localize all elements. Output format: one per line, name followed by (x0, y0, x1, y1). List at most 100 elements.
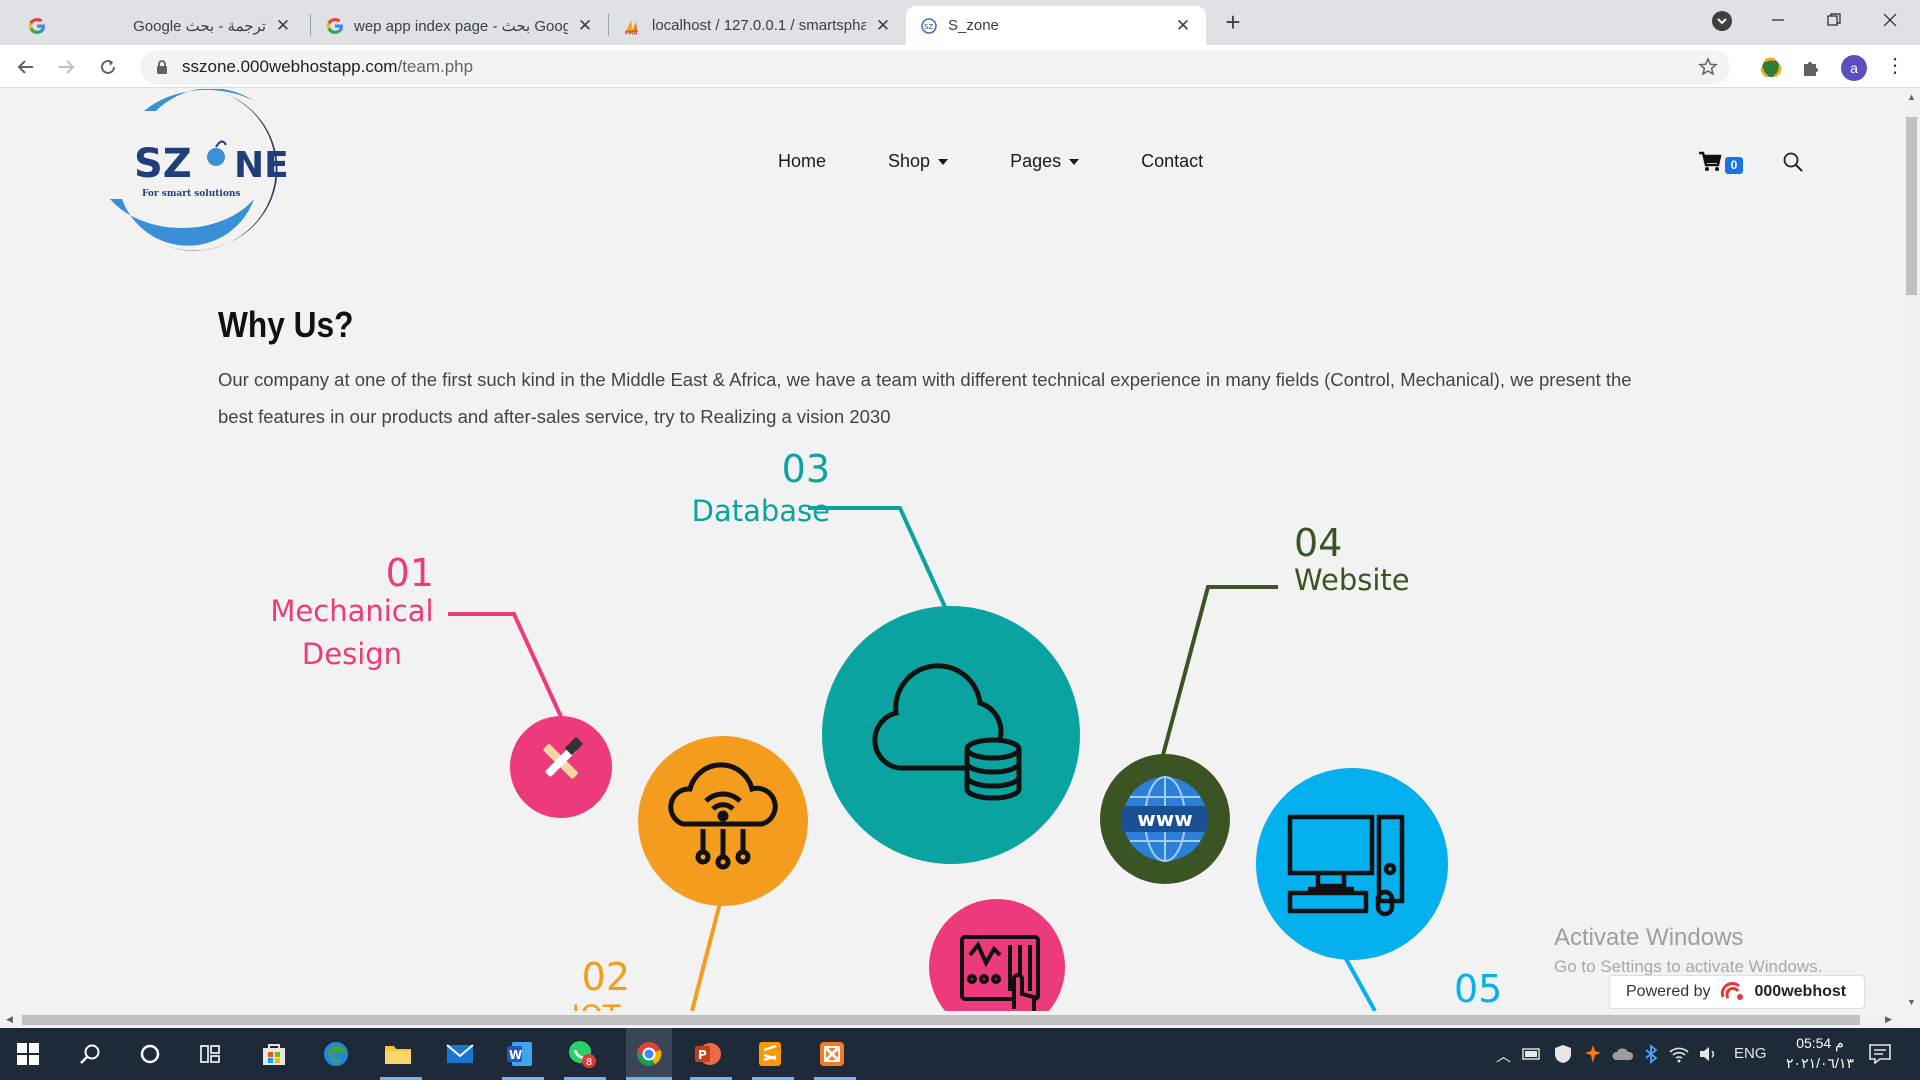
service-label-website: Website (1294, 563, 1410, 597)
close-tab-icon[interactable]: ✕ (576, 16, 594, 35)
file-explorer-icon[interactable] (380, 1036, 416, 1072)
word-icon[interactable]: W (502, 1036, 538, 1072)
connector-line-website (1161, 585, 1278, 756)
browser-tab-strip: ترجمة - بحث Google ✕ wep app index page … (0, 0, 1920, 45)
tab-title: S_zone (948, 17, 999, 34)
close-window-icon[interactable] (1862, 0, 1918, 40)
back-arrow-icon[interactable] (12, 53, 40, 81)
svg-text:W: W (509, 1048, 522, 1062)
desktop-computer-circle (1256, 768, 1448, 960)
horizontal-scroll-thumb[interactable] (22, 1015, 1860, 1025)
powered-by-label: Powered by (1626, 983, 1711, 1000)
task-view-icon[interactable] (192, 1036, 228, 1072)
tab-divider (310, 14, 311, 36)
chrome-icon[interactable] (626, 1028, 672, 1080)
bluetooth-icon[interactable] (1644, 1044, 1658, 1064)
tab-title: localhost / 127.0.0.1 / smartsphar (652, 17, 866, 34)
powerpoint-icon[interactable]: P (690, 1036, 726, 1072)
tab-divider (608, 14, 609, 36)
szone-favicon: SZ (921, 17, 937, 34)
service-number-02: 02 (581, 955, 630, 999)
horizontal-scrollbar[interactable]: ◀ ▶ (0, 1011, 1902, 1028)
google-icon (28, 17, 45, 34)
clock-time: 05:54 م (1796, 1035, 1844, 1051)
connector-line-05 (1343, 956, 1377, 1011)
svg-text:PMA: PMA (625, 30, 638, 35)
service-number-01: 01 (385, 551, 434, 595)
scroll-up-arrow-icon[interactable]: ▲ (1907, 92, 1916, 102)
scroll-left-arrow-icon[interactable]: ◀ (6, 1014, 13, 1025)
search-icon[interactable] (72, 1036, 108, 1072)
volume-icon[interactable] (1698, 1044, 1720, 1064)
phpmyadmin-icon: PMA (625, 19, 638, 35)
minimize-icon[interactable] (1750, 0, 1806, 40)
extensions-puzzle-icon[interactable] (1800, 57, 1822, 79)
edge-icon[interactable] (318, 1036, 354, 1072)
activate-windows-title: Activate Windows (1554, 924, 1744, 951)
close-tab-icon[interactable]: ✕ (874, 16, 892, 35)
scroll-right-arrow-icon[interactable]: ▶ (1885, 1014, 1892, 1025)
tab-phpmyadmin[interactable]: PMA localhost / 127.0.0.1 / smartsphar ✕ (610, 6, 906, 45)
forward-arrow-icon[interactable] (52, 53, 80, 81)
service-number-05: 05 (1454, 967, 1503, 1011)
cortana-icon[interactable] (132, 1036, 168, 1072)
service-label-design: Design (301, 637, 403, 671)
svg-text:SZ: SZ (924, 23, 933, 31)
services-infographic: www (448, 506, 1448, 1011)
connector-line-mechanical (448, 612, 564, 720)
windows-taskbar: W 8 P ︿ ENG 05:54 م ٢٠٢١/٠٦/١٣ (0, 1028, 1920, 1080)
service-label-iot: IOT (546, 999, 646, 1011)
extension-globe-icon[interactable] (1760, 57, 1782, 79)
bookmark-star-icon[interactable] (1698, 57, 1718, 77)
clock-date: ٢٠٢١/٠٦/١٣ (1786, 1055, 1854, 1071)
page-viewport: SZ NE For smart solutions Home Shop Page… (0, 89, 1902, 1011)
close-tab-icon[interactable]: ✕ (274, 16, 292, 35)
whatsapp-icon[interactable]: 8 (564, 1036, 600, 1072)
close-tab-icon[interactable]: ✕ (1174, 16, 1192, 35)
battery-icon[interactable] (1522, 1046, 1542, 1062)
wifi-icon[interactable] (1668, 1044, 1690, 1064)
connector-line-iot (690, 902, 722, 1011)
tab-search-icon[interactable] (1712, 11, 1732, 31)
database-circle (822, 606, 1080, 864)
browser-menu-icon[interactable]: ⋮ (1885, 55, 1905, 79)
address-bar[interactable]: sszone.000webhostapp.com/team.php (140, 50, 1730, 84)
url-path: /team.php (397, 57, 474, 76)
reload-icon[interactable] (94, 53, 122, 81)
vertical-scrollbar[interactable]: ▲ ▼ (1902, 89, 1920, 1011)
tab-web-app-search[interactable]: wep app index page - بحث Google ✕ (312, 6, 608, 45)
powered-by-brand: 000webhost (1754, 983, 1847, 1000)
url-host: sszone.000webhostapp.com (182, 57, 398, 76)
avast-icon[interactable] (1584, 1044, 1602, 1064)
notifications-icon[interactable] (1868, 1042, 1892, 1066)
whatsapp-badge: 8 (586, 1057, 592, 1068)
store-icon[interactable] (256, 1036, 292, 1072)
tab-title: wep app index page - بحث Google (354, 17, 568, 35)
sublime-icon[interactable] (752, 1036, 788, 1072)
activate-windows-subtitle: Go to Settings to activate Windows. (1554, 957, 1823, 976)
security-shield-icon[interactable] (1554, 1044, 1572, 1064)
new-tab-button[interactable]: + (1220, 9, 1246, 36)
svg-text:www: www (1137, 807, 1192, 831)
mechanical-design-circle (510, 716, 612, 818)
google-icon (326, 17, 343, 34)
system-clock[interactable]: 05:54 م ٢٠٢١/٠٦/١٣ (1770, 1033, 1870, 1073)
profile-avatar[interactable]: a (1841, 55, 1867, 81)
000webhost-logo-icon (1720, 981, 1743, 1000)
start-icon[interactable] (10, 1036, 46, 1072)
vertical-scroll-thumb[interactable] (1906, 117, 1917, 295)
xampp-icon[interactable] (814, 1036, 850, 1072)
tab-szone[interactable]: SZ S_zone ✕ (906, 6, 1206, 45)
onedrive-icon[interactable] (1612, 1046, 1634, 1062)
iot-circle (638, 736, 808, 906)
mail-icon[interactable] (442, 1036, 478, 1072)
scroll-down-arrow-icon[interactable]: ▼ (1907, 997, 1916, 1007)
control-panel-circle (929, 899, 1065, 1011)
tab-translate[interactable]: ترجمة - بحث Google ✕ (14, 6, 306, 45)
tray-overflow-icon[interactable]: ︿ (1496, 1045, 1511, 1066)
language-indicator[interactable]: ENG (1734, 1045, 1767, 1062)
restore-icon[interactable] (1806, 0, 1862, 40)
service-label-database: Database (691, 494, 830, 528)
service-label-mechanical: Mechanical (270, 594, 434, 628)
powered-by-badge[interactable]: Powered by 000webhost (1609, 975, 1865, 1009)
